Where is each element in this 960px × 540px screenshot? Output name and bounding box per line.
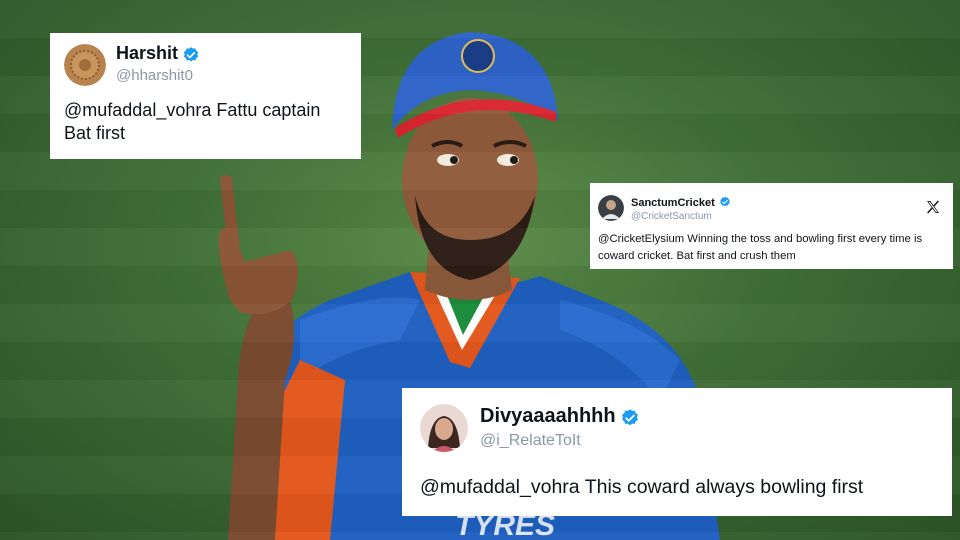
verified-badge-icon: [720, 196, 730, 207]
tweet-header: Divyaaaahhhh @i_RelateToIt: [420, 404, 934, 452]
author-name: SanctumCricket: [631, 197, 715, 209]
author-handle: @CricketSanctum: [631, 211, 712, 222]
tweet-card-divyaaaahhhh: Divyaaaahhhh @i_RelateToIt @mufaddal_voh…: [402, 388, 952, 516]
tweet-text: @mufaddal_vohra This coward always bowli…: [420, 476, 864, 498]
author-handle: @hharshit0: [116, 67, 193, 84]
author-handle: @i_RelateToIt: [480, 431, 581, 449]
tweet-header: SanctumCricket @CricketSanctum: [598, 193, 945, 223]
blue-cap: [392, 32, 558, 130]
tweet-header: Harshit @hharshit0: [64, 43, 347, 86]
verified-badge-icon: [622, 409, 638, 426]
author-name: Divyaaaahhhh: [480, 405, 616, 428]
player-avatar-icon: [598, 195, 624, 221]
orange-sleeve: [262, 360, 345, 540]
tweet-card-harshit: Harshit @hharshit0 @mufaddal_vohra Fattu…: [50, 33, 361, 159]
tweet-text: @mufaddal_vohra Fattu captain Bat first: [64, 100, 321, 143]
author-name: Harshit: [116, 43, 179, 63]
tweet-author: Harshit @hharshit0: [116, 43, 200, 86]
x-logo-icon: [927, 200, 939, 214]
cap-badge-icon: [461, 39, 495, 73]
coin-avatar-icon: [64, 43, 106, 86]
selfie-avatar-icon: [420, 404, 468, 452]
head: [402, 98, 538, 262]
tweet-author: Divyaaaahhhh @i_RelateToIt: [480, 405, 640, 451]
verified-badge-icon: [184, 46, 199, 62]
tweet-text: @CricketElysium Winning the toss and bow…: [598, 233, 923, 262]
raised-hand: [218, 228, 299, 315]
tweet-author: SanctumCricket @CricketSanctum: [631, 193, 731, 223]
tweet-card-sanctumcricket: SanctumCricket @CricketSanctum @CricketE…: [590, 183, 953, 269]
raised-arm: [228, 300, 294, 540]
